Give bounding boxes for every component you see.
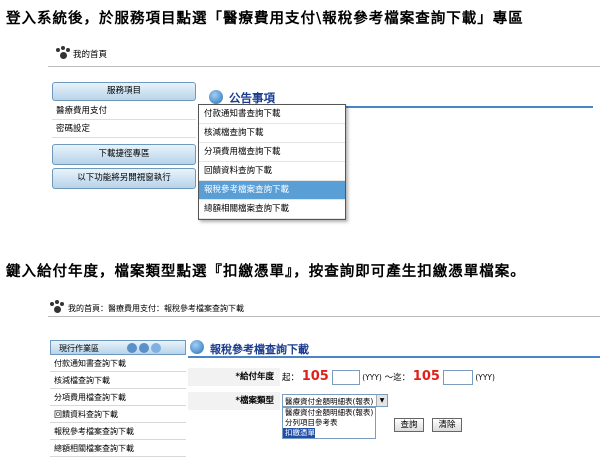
file-type-option-detail[interactable]: 醫療資付金額明細表(報表)	[283, 408, 375, 418]
dropdown-item-feedback-data[interactable]: 回饋資料查詢下載	[199, 162, 345, 181]
paw-icon	[50, 300, 64, 314]
year-to-input[interactable]	[442, 370, 473, 385]
home-header: 我的首頁	[48, 40, 600, 67]
sidebar-item-global-budget[interactable]: 總額相關檔案查詢下載	[50, 440, 186, 457]
clear-button[interactable]: 清除	[432, 418, 462, 432]
file-type-option-withholding[interactable]: 扣繳憑單	[283, 428, 315, 438]
year-range: 起： 105 (YYY) ～迄： 105 (YYY)	[282, 368, 598, 386]
dropdown-item-payment-notice[interactable]: 付款通知書查詢下載	[199, 105, 345, 124]
dropdown-item-itemized-fee[interactable]: 分項費用檔查詢下載	[199, 143, 345, 162]
download-shortcut-button[interactable]: 下載捷徑專區	[52, 144, 196, 165]
dropdown-item-tax-reference[interactable]: 報稅參考檔案查詢下載	[199, 181, 345, 200]
current-work-sidebar: 現行作業區 付款通知書查詢下載 核減檔查詢下載 分項費用檔查詢下載 回饋資料查詢…	[50, 340, 186, 457]
bullet-icon	[209, 90, 223, 104]
sidebar-title-bar: 現行作業區	[50, 340, 186, 355]
file-type-selected: 醫療資付金額明細表(報表)	[285, 397, 374, 406]
year-from-prefix: 起：	[282, 373, 300, 383]
new-window-function-button[interactable]: 以下功能將另開視窗執行	[52, 168, 196, 189]
refresh-icon[interactable]	[151, 343, 161, 353]
chevron-down-icon[interactable]: ▼	[376, 395, 387, 406]
dropdown-item-deduction-file[interactable]: 核減檔查詢下載	[199, 124, 345, 143]
service-items-button[interactable]: 服務項目	[52, 82, 196, 101]
sidebar-item-tax-reference[interactable]: 報稅參考檔案查詢下載	[50, 423, 186, 440]
page-title: 報稅參考檔查詢下載	[210, 343, 309, 356]
breadcrumb-bar: 我的首頁：醫療費用支付：報稅參考檔案查詢下載	[48, 298, 600, 317]
instruction-step1: 登入系統後，於服務項目點選「醫療費用支付\報稅參考檔案查詢下載」專區	[6, 10, 524, 27]
year-label: *給付年度	[188, 368, 280, 386]
dropdown-item-global-budget[interactable]: 總額相關檔案查詢下載	[199, 200, 345, 219]
sidebar-item-itemized-fee[interactable]: 分項費用檔查詢下載	[50, 389, 186, 406]
home-link[interactable]: 我的首頁	[73, 48, 107, 60]
bullet-icon	[190, 340, 204, 354]
screenshot-service-menu: 我的首頁 服務項目 醫療費用支付 密碼設定 下載捷徑專區 以下功能將另開視窗執行…	[48, 40, 600, 230]
year-unit-1: (YYY)	[362, 373, 382, 382]
year-from-value: 105	[301, 369, 329, 384]
file-type-select[interactable]: 醫療資付金額明細表(報表) ▼	[282, 394, 388, 407]
arrow-left-icon[interactable]	[127, 343, 137, 353]
file-type-options: 醫療資付金額明細表(報表) 分列項目參考表 扣繳憑單	[282, 407, 376, 439]
service-dropdown: 付款通知書查詢下載 核減檔查詢下載 分項費用檔查詢下載 回饋資料查詢下載 報稅參…	[198, 104, 346, 220]
year-to-prefix: ～迄：	[384, 373, 411, 383]
year-unit-2: (YYY)	[475, 373, 495, 382]
file-type-option-reference[interactable]: 分列項目參考表	[283, 418, 375, 428]
sidebar-item-deduction-file[interactable]: 核減檔查詢下載	[50, 372, 186, 389]
breadcrumb[interactable]: 我的首頁：醫療費用支付：報稅參考檔案查詢下載	[68, 303, 244, 314]
query-button[interactable]: 查詢	[394, 418, 424, 432]
file-type-label: *檔案類型	[188, 392, 280, 410]
sidebar-item-medical-payment[interactable]: 醫療費用支付	[52, 103, 196, 120]
year-from-input[interactable]	[331, 370, 360, 385]
page-title-bar: 報稅參考檔查詢下載	[188, 338, 600, 358]
paw-icon	[56, 46, 70, 60]
arrow-right-icon[interactable]	[139, 343, 149, 353]
instruction-step2: 鍵入給付年度，檔案類型點選『扣繳憑單』，按查詢即可產生扣繳憑單檔案。	[6, 263, 526, 280]
year-to-value: 105	[412, 369, 440, 384]
sidebar-item-payment-notice[interactable]: 付款通知書查詢下載	[50, 355, 186, 372]
sidebar-item-feedback-data[interactable]: 回饋資料查詢下載	[50, 406, 186, 423]
sidebar-item-password[interactable]: 密碼設定	[52, 121, 196, 138]
screenshot-tax-query: 我的首頁：醫療費用支付：報稅參考檔案查詢下載 現行作業區 付款通知書查詢下載 核…	[48, 298, 600, 457]
sidebar-title: 現行作業區	[59, 344, 99, 353]
